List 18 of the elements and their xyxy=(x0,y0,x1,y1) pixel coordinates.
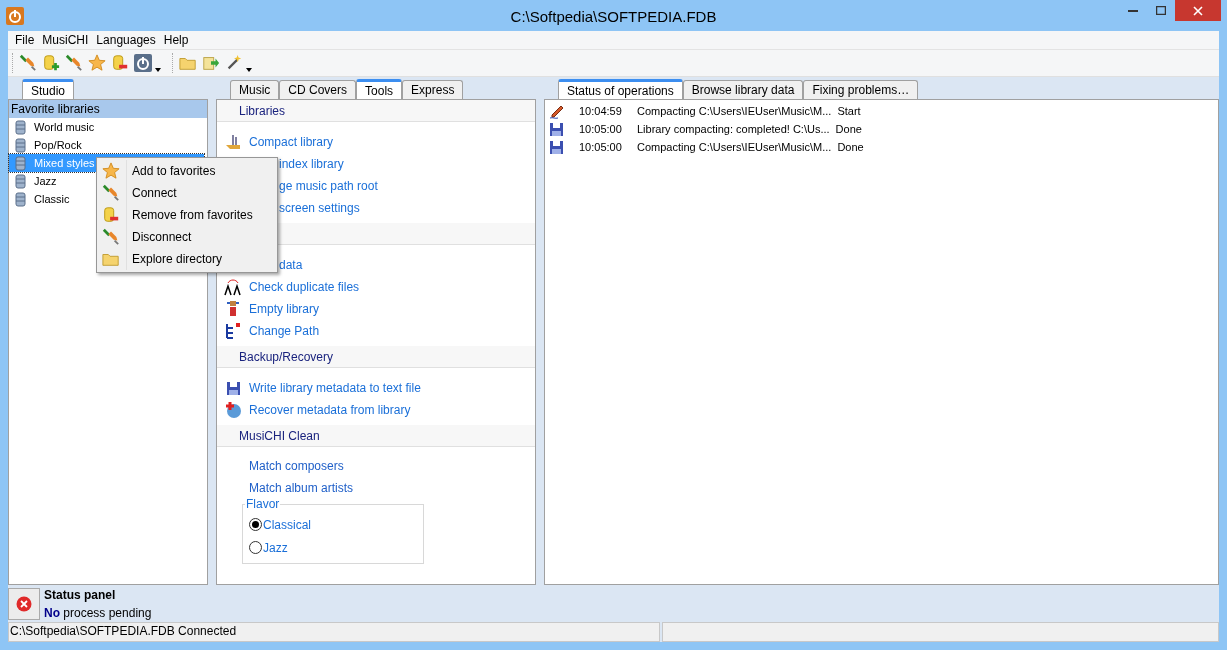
status-cell-text: Done xyxy=(835,121,862,137)
status-cell-text: Start xyxy=(837,103,861,119)
status-bar-text: C:\Softpedia\SOFTPEDIA.FDB Connected xyxy=(8,622,660,642)
section-header: MusiCHI Clean xyxy=(239,429,320,443)
message-cell-text: Compacting C:\Users\IEUser\Music\M... xyxy=(637,139,832,155)
message-cell-text: Library compacting: completed! C:\Us... xyxy=(637,121,830,137)
time-cell-text: 10:05:00 xyxy=(579,121,623,137)
section-header: Libraries xyxy=(239,104,286,118)
status-message: No process pending xyxy=(44,605,152,622)
time-cell-text: 10:05:00 xyxy=(579,139,623,155)
section-header: Backup/Recovery xyxy=(239,350,334,364)
window-title: C:\Softpedia\SOFTPEDIA.FDB xyxy=(510,7,717,27)
panel-header: Favorite libraries xyxy=(9,100,207,118)
status-cell-text: Done xyxy=(837,139,864,155)
message-cell-text: Compacting C:\Users\IEUser\Music\M... xyxy=(637,103,832,119)
group-legend: Flavor xyxy=(245,495,281,513)
status-title: Status panel xyxy=(44,587,117,604)
time-cell-text: 10:04:59 xyxy=(579,103,623,119)
